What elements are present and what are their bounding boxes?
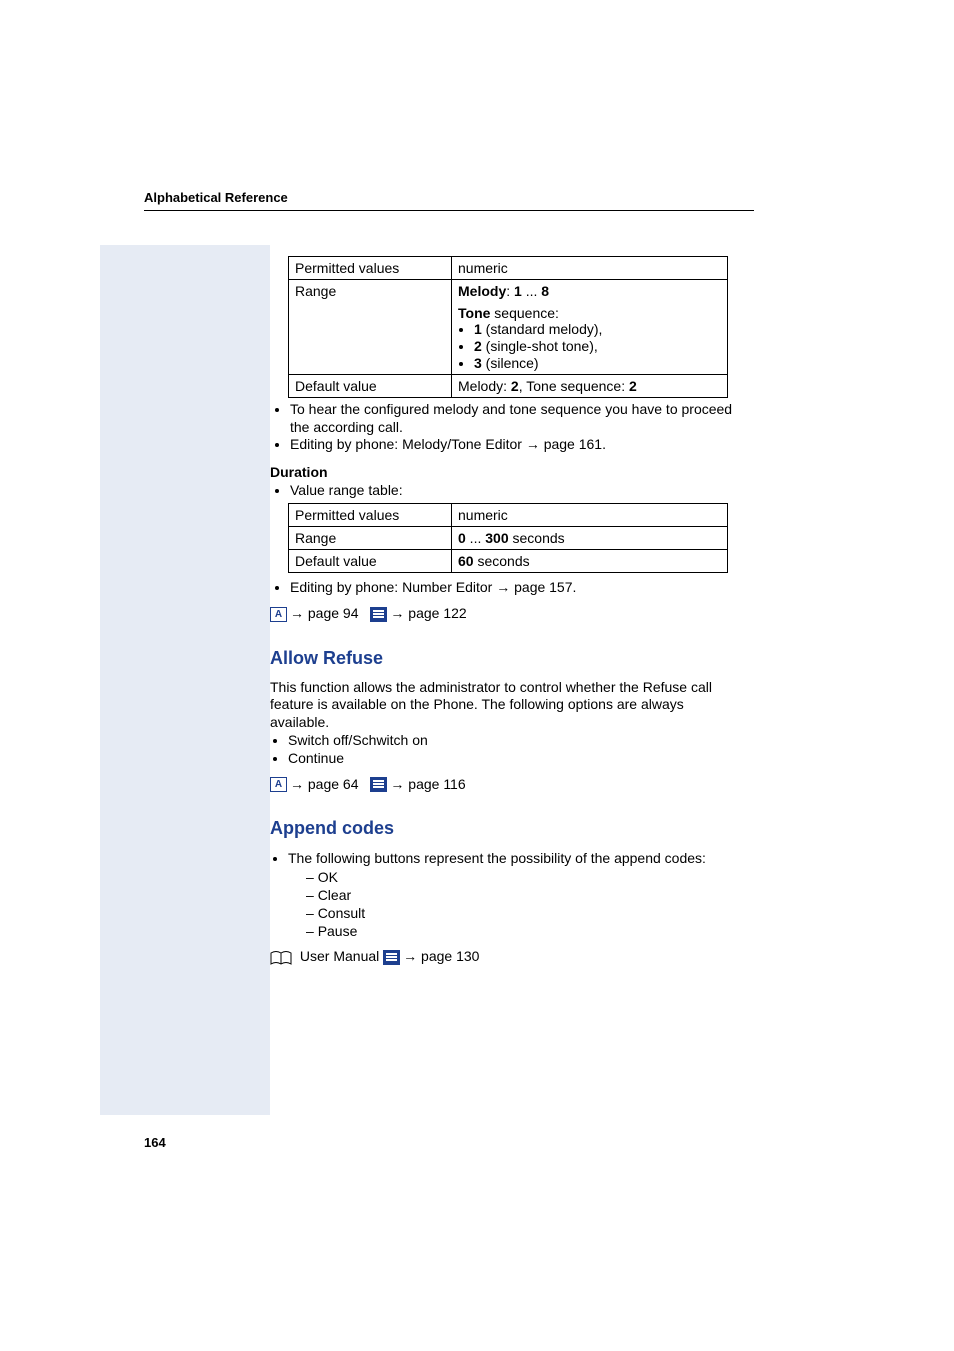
list-item: The following buttons represent the poss… — [288, 849, 740, 940]
table-row: Permitted values numeric — [289, 257, 728, 280]
wbm-icon — [370, 607, 387, 622]
cell-label: Range — [289, 527, 452, 550]
item-bold: 2 — [474, 338, 482, 354]
tone-label: Tone — [458, 305, 490, 321]
table-row: Range Melody: 1 ... 8 Tone sequence: 1 (… — [289, 280, 728, 375]
page-number: 164 — [144, 1135, 166, 1150]
cell-label: Default value — [289, 550, 452, 573]
default-value: 60 — [458, 553, 474, 569]
text: seconds — [474, 553, 530, 569]
text: seconds — [509, 530, 565, 546]
text: ... — [522, 283, 541, 299]
admin-icon: A — [270, 777, 287, 792]
cell-label: Range — [289, 280, 452, 375]
cell-value: Melody: 2, Tone sequence: 2 — [452, 375, 728, 398]
cell-value: numeric — [452, 257, 728, 280]
table-row: Default value Melody: 2, Tone sequence: … — [289, 375, 728, 398]
admin-icon: A — [270, 607, 287, 622]
cell-label: Permitted values — [289, 504, 452, 527]
table-row: Default value 60 seconds — [289, 550, 728, 573]
list-item: Editing by phone: Melody/Tone Editor → p… — [290, 436, 740, 454]
user-manual-text: User Manual — [296, 948, 383, 964]
left-margin-band — [100, 245, 270, 1115]
intro-list: The following buttons represent the poss… — [270, 849, 740, 940]
melody-hi: 8 — [541, 283, 549, 299]
melody-lo: 1 — [514, 283, 522, 299]
cell-value: numeric — [452, 504, 728, 527]
cross-ref-link[interactable]: Editing by phone: Melody/Tone Editor → p… — [290, 436, 606, 452]
item-bold: 1 — [474, 321, 482, 337]
melody-label: Melody — [458, 283, 506, 299]
list-item: OK — [306, 868, 740, 886]
list-item: Editing by phone: Number Editor → page 1… — [290, 579, 740, 597]
running-header: Alphabetical Reference — [144, 190, 288, 205]
page-content: Permitted values numeric Range Melody: 1… — [270, 256, 740, 966]
cross-ref-link[interactable]: → page 64 — [290, 776, 359, 792]
wbm-icon — [370, 777, 387, 792]
text: sequence: — [490, 305, 559, 321]
cross-ref-link[interactable]: → page 130 — [403, 948, 479, 964]
default-tone: 2 — [629, 378, 637, 394]
default-melody: 2 — [511, 378, 519, 394]
cell-label: Permitted values — [289, 257, 452, 280]
list-item: To hear the configured melody and tone s… — [290, 401, 740, 436]
value-range-table-1: Permitted values numeric Range Melody: 1… — [288, 256, 728, 398]
cross-ref-line: A→ page 94 → page 122 — [270, 605, 740, 622]
duration-heading: Duration — [270, 464, 740, 480]
list-item: Pause — [306, 922, 740, 940]
intro-text: The following buttons represent the poss… — [288, 850, 706, 866]
table-row: Range 0 ... 300 seconds — [289, 527, 728, 550]
text: Melody: — [458, 378, 511, 394]
notes-list: To hear the configured melody and tone s… — [270, 401, 740, 454]
list-item: Continue — [288, 749, 740, 767]
paragraph: This function allows the administrator t… — [270, 679, 740, 732]
range-hi: 300 — [485, 530, 508, 546]
cell-value: 0 ... 300 seconds — [452, 527, 728, 550]
item-rest: (standard melody), — [482, 321, 603, 337]
list-item: Consult — [306, 904, 740, 922]
cross-ref-link[interactable]: Editing by phone: Number Editor → page 1… — [290, 579, 576, 595]
list-item: 1 (standard melody), — [474, 321, 721, 338]
list-item: Value range table: — [290, 482, 740, 500]
options-list: Switch off/Schwitch on Continue — [270, 731, 740, 767]
cross-ref-line: User Manual → page 130 — [270, 948, 740, 965]
item-rest: (single-shot tone), — [482, 338, 598, 354]
item-bold: 3 — [474, 355, 482, 371]
book-icon — [270, 950, 292, 966]
value-range-table-2: Permitted values numeric Range 0 ... 300… — [288, 503, 728, 573]
notes-list: Editing by phone: Number Editor → page 1… — [270, 579, 740, 597]
text: , Tone sequence: — [519, 378, 629, 394]
cross-ref-link[interactable]: → page 122 — [390, 605, 466, 621]
cross-ref-link[interactable]: → page 116 — [390, 776, 465, 792]
list-item: 3 (silence) — [474, 355, 721, 372]
list-item: 2 (single-shot tone), — [474, 338, 721, 355]
list-item: Switch off/Schwitch on — [288, 731, 740, 749]
item-rest: (silence) — [482, 355, 539, 371]
list-item: Clear — [306, 886, 740, 904]
cell-label: Default value — [289, 375, 452, 398]
text: : — [506, 283, 514, 299]
text: ... — [466, 530, 485, 546]
heading-allow-refuse: Allow Refuse — [270, 648, 740, 669]
header-rule — [144, 210, 754, 211]
cell-value: 60 seconds — [452, 550, 728, 573]
table-row: Permitted values numeric — [289, 504, 728, 527]
cross-ref-line: A→ page 64 → page 116 — [270, 776, 740, 793]
cell-value: Melody: 1 ... 8 Tone sequence: 1 (standa… — [452, 280, 728, 375]
heading-append-codes: Append codes — [270, 818, 740, 839]
sub-list: OK Clear Consult Pause — [306, 868, 740, 941]
wbm-icon — [383, 950, 400, 965]
range-lo: 0 — [458, 530, 466, 546]
cross-ref-link[interactable]: → page 94 — [290, 605, 359, 621]
